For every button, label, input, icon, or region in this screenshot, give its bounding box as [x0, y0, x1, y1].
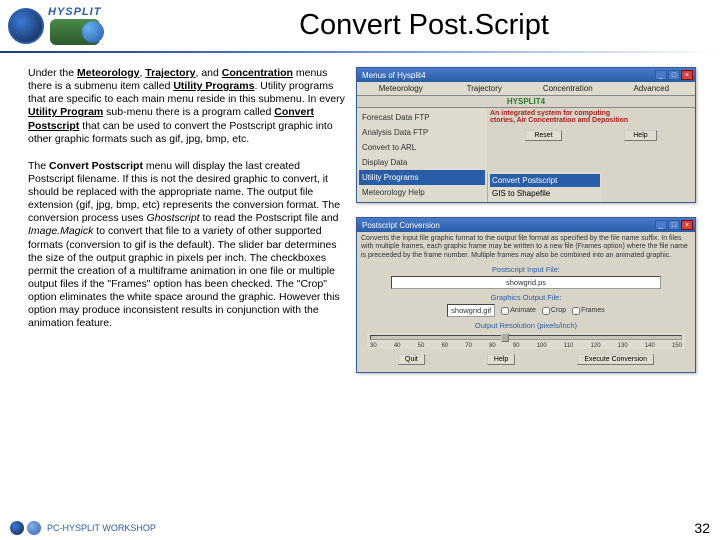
submenu-gis-shapefile[interactable]: GIS to Shapefile: [490, 187, 600, 200]
maximize-button[interactable]: □: [668, 70, 680, 80]
page-number: 32: [694, 520, 710, 536]
ps-window-title: Postscript Conversion: [359, 221, 654, 230]
globe-icon: [50, 19, 100, 45]
menus-body: Forecast Data FTP Analysis Data FTP Conv…: [357, 108, 695, 202]
submenu-convert-postscript[interactable]: Convert Postscript: [490, 174, 600, 187]
resolution-slider[interactable]: 30405060708090100110120130140150: [367, 333, 685, 349]
maximize-button[interactable]: □: [668, 220, 680, 230]
slider-ticks: 30405060708090100110120130140150: [370, 343, 682, 349]
action-buttons: Quit Help Execute Conversion: [361, 351, 691, 369]
output-file-label: Graphics Output File:: [361, 291, 691, 303]
utility-submenu: Convert Postscript GIS to Shapefile: [487, 172, 602, 202]
output-file-field[interactable]: showgrid.gif: [447, 304, 495, 317]
menu-meteorology[interactable]: Meteorology: [359, 84, 443, 93]
menu-concentration[interactable]: Concentration: [526, 84, 610, 93]
slide-footer: PC-HYSPLIT WORKSHOP 32: [0, 520, 720, 536]
arl-small-icon: [27, 521, 41, 535]
minimize-button[interactable]: _: [655, 220, 667, 230]
output-row: showgrid.gif Animate Crop Frames: [361, 304, 691, 317]
execute-button[interactable]: Execute Conversion: [577, 354, 654, 365]
menu-item-utility-programs[interactable]: Utility Programs: [359, 170, 485, 185]
menubar: Meteorology Trajectory Concentration Adv…: [357, 82, 695, 95]
menu-item-forecast[interactable]: Forecast Data FTP: [359, 110, 485, 125]
noaa-small-icon: [10, 521, 24, 535]
menus-window-title: Menus of Hysplit4: [359, 71, 654, 80]
input-file-label: Postscript Input File:: [361, 263, 691, 275]
help-button[interactable]: Help: [487, 354, 515, 365]
footer-text: PC-HYSPLIT WORKSHOP: [47, 523, 156, 533]
ps-titlebar: Postscript Conversion _ □ ×: [357, 218, 695, 232]
menu-item-analysis[interactable]: Analysis Data FTP: [359, 125, 485, 140]
crop-checkbox[interactable]: Crop: [542, 307, 566, 315]
quit-button[interactable]: Quit: [398, 354, 425, 365]
close-button[interactable]: ×: [681, 220, 693, 230]
hysplit-logo: HYSPLIT: [48, 6, 101, 45]
input-file-field[interactable]: showgrid.ps: [391, 276, 661, 289]
menu-item-convert-arl[interactable]: Convert to ARL: [359, 140, 485, 155]
text-column: Under the Meteorology, Trajectory, and C…: [28, 67, 348, 373]
app-name-label: HYSPLIT4: [357, 95, 695, 108]
menus-titlebar: Menus of Hysplit4 _ □ ×: [357, 68, 695, 82]
main-menu-dropdown: Forecast Data FTP Analysis Data FTP Conv…: [357, 108, 487, 202]
content-area: Under the Meteorology, Trajectory, and C…: [0, 53, 720, 373]
menu-item-display-data[interactable]: Display Data: [359, 155, 485, 170]
noaa-logo-icon: [8, 8, 44, 44]
app-description: An integrated system for computing ctori…: [487, 108, 695, 172]
reset-button[interactable]: Reset: [525, 130, 561, 141]
logo-area: HYSPLIT: [8, 6, 168, 45]
paragraph-1: Under the Meteorology, Trajectory, and C…: [28, 67, 348, 146]
hysplit-label: HYSPLIT: [48, 6, 101, 18]
page-title: Convert Post.Script: [168, 9, 710, 42]
ps-description: Converts the input file graphic format t…: [361, 235, 691, 260]
animate-checkbox[interactable]: Animate: [501, 307, 536, 315]
frames-checkbox[interactable]: Frames: [572, 307, 605, 315]
menu-advanced[interactable]: Advanced: [610, 84, 694, 93]
postscript-conversion-window: Postscript Conversion _ □ × Converts the…: [356, 217, 696, 373]
minimize-button[interactable]: _: [655, 70, 667, 80]
help-button[interactable]: Help: [624, 130, 656, 141]
close-button[interactable]: ×: [681, 70, 693, 80]
paragraph-2: The Convert Postscript menu will display…: [28, 160, 348, 331]
resolution-label: Output Resolution (pixels/inch): [361, 319, 691, 331]
slider-thumb[interactable]: [501, 333, 509, 342]
menu-item-meteorology-help[interactable]: Meteorology Help: [359, 185, 485, 200]
menu-trajectory[interactable]: Trajectory: [443, 84, 527, 93]
slide-header: HYSPLIT Convert Post.Script: [0, 0, 720, 47]
ps-body: Converts the input file graphic format t…: [357, 232, 695, 372]
menus-window: Menus of Hysplit4 _ □ × Meteorology Traj…: [356, 67, 696, 203]
screenshot-column: Menus of Hysplit4 _ □ × Meteorology Traj…: [356, 67, 696, 373]
